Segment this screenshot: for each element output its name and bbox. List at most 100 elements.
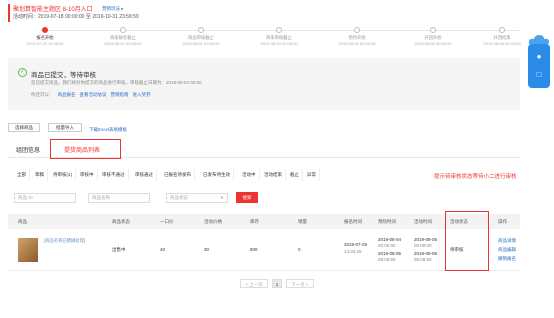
th-operations: 操作	[498, 219, 507, 224]
filter-active[interactable]: 活动中	[239, 169, 260, 181]
timeline-dot	[198, 27, 204, 33]
activity-time-label: 活动时间：	[13, 14, 39, 20]
goods-status-select[interactable]: 商品状态 ▼	[166, 193, 228, 203]
activity-time-value: 2019-07-18 00:00:00 至 2019-10-31 23:59:5…	[38, 14, 139, 20]
timeline-step-6: 开团结束 2019-08-08 00:00:00	[467, 26, 537, 46]
cell-warmup-end-time: 08:09:59	[378, 257, 396, 262]
th-activity-time: 活动时间	[414, 219, 432, 224]
timeline-dot	[120, 27, 126, 33]
goods-name-link[interactable]: [商品名称已模糊处理]	[44, 238, 94, 244]
bell-icon[interactable]: ●	[534, 52, 544, 62]
filter-approved[interactable]: 审核通过	[132, 169, 157, 181]
cell-warmup-start: 2019-08-04	[378, 237, 402, 242]
progress-timeline: 报名开始 2019-07-29 14:35:20 商家报名截止 2019-08-01…	[10, 26, 530, 48]
highlight-box-tab	[50, 139, 121, 159]
th-activity-price: 活动价格	[204, 219, 222, 224]
timeline-dot	[430, 27, 436, 33]
cell-activity-end: 2019-08-06	[414, 251, 438, 256]
cell-activity-end-time: 08:09:59	[414, 257, 432, 262]
status-links: 你还可以： 商品报名 查看活动协议 营销指南 进入奖券	[31, 92, 151, 98]
timeline-dot	[276, 27, 282, 33]
timeline-step-date: 2019-08-08 00:00:00	[483, 41, 521, 46]
filter-abnormal[interactable]: 异常	[304, 169, 320, 181]
filter-rejected[interactable]: 审核不通过	[99, 169, 129, 181]
status-title: 商品已提交，等待审核	[31, 72, 96, 79]
timeline-step-date: 2019-08-05 00:00:00	[338, 41, 376, 46]
timeline-dot	[499, 27, 505, 33]
th-price: 一口价	[160, 219, 174, 224]
batch-import-button[interactable]: 批量导入	[48, 123, 82, 132]
status-link-3[interactable]: 进入奖券	[133, 92, 151, 97]
timeline-step-1: 商家报名截止 2019-08-01 00:00:00	[88, 26, 158, 46]
status-link-2[interactable]: 营销指南	[111, 92, 129, 97]
timeline-dot	[354, 27, 360, 33]
activity-time: 活动时间：2019-07-18 00:00:00 至 2019-10-31 23…	[13, 13, 139, 20]
timeline-step-0: 报名开始 2019-07-29 14:35:20	[10, 26, 80, 46]
filter-published[interactable]: 已发布待生效	[200, 169, 234, 181]
th-stock: 库存	[250, 219, 259, 224]
timeline-step-2: 商品审核截止 2019-08-01 00:00:00	[166, 26, 236, 46]
cell-activity-start: 2019-08-05	[414, 237, 438, 242]
status-link-0[interactable]: 商品报名	[58, 92, 76, 97]
th-signup-time: 报名时间	[344, 219, 362, 224]
timeline-step-date: 2019-08-06 00:00:00	[414, 41, 452, 46]
page-number[interactable]: 1	[272, 279, 282, 288]
prev-page-button[interactable]: < 上一页	[240, 279, 268, 288]
timeline-step-date: 2019-08-01 00:00:00	[104, 41, 142, 46]
header-tag-link[interactable]: 营销玩法 ▸	[102, 6, 124, 12]
goods-edit-link[interactable]: 商品编辑	[498, 247, 516, 253]
filter-hint: 提示待审核状态等待小二进行审核	[434, 174, 517, 180]
header-accent-bar	[8, 4, 10, 22]
filter-signed[interactable]: 已报名待发布	[161, 169, 195, 181]
th-warmup-time: 预热时间	[378, 219, 396, 224]
goods-thumbnail[interactable]	[18, 238, 38, 262]
goods-status-placeholder: 商品状态	[170, 195, 188, 200]
status-link-1[interactable]: 查看活动协议	[80, 92, 107, 97]
timeline-step-4: 预热开始 2019-08-05 00:00:00	[322, 26, 392, 46]
cell-activity-start-time: 00:00:00	[414, 243, 432, 248]
cancel-signup-link[interactable]: 撤销报名	[498, 256, 516, 262]
download-template-link[interactable]: 下载Excel表格模板	[89, 127, 127, 133]
floating-service-panel: ● □	[528, 44, 550, 88]
search-button[interactable]: 搜索	[236, 192, 258, 203]
next-page-button[interactable]: 下一页 >	[286, 279, 314, 288]
goods-name-input[interactable]: 商品名称	[88, 193, 150, 203]
check-circle-icon: ✓	[18, 68, 27, 77]
select-goods-button[interactable]: 选择商品	[8, 123, 40, 132]
timeline-step-date: 2019-07-29 14:35:20	[26, 41, 64, 46]
table-row: [商品名称已模糊处理] 出售中 40 30 800 0 2019-07-29 1…	[8, 229, 520, 271]
chevron-down-icon: ▼	[220, 195, 224, 200]
filter-all[interactable]: 全部	[14, 169, 30, 181]
filter-ended[interactable]: 活动结束	[261, 169, 286, 181]
tab-group-info[interactable]: 组团信息	[16, 145, 40, 154]
status-links-prefix: 你还可以：	[31, 92, 54, 97]
cell-stock: 800	[250, 247, 258, 252]
message-icon[interactable]: □	[534, 70, 544, 80]
filter-reviewing[interactable]: 审核中	[77, 169, 98, 181]
cell-warmup-end: 2019-08-05	[378, 251, 402, 256]
th-status: 商品状态	[112, 219, 130, 224]
cell-signup-date: 2019-07-29	[344, 242, 368, 247]
cell-price: 40	[160, 247, 166, 252]
page-title: 聚划算智能主题区 8-10月入口	[13, 7, 93, 13]
timeline-step-date: 2019-08-01 00:00:00	[182, 41, 220, 46]
goods-id-input[interactable]: 商品 ID	[14, 193, 76, 203]
table-header: 商品 商品状态 一口价 活动价格 库存 销量 报名时间 预热时间 活动时间 活动…	[8, 214, 520, 229]
filter-closed[interactable]: 截止	[287, 169, 303, 181]
th-goods: 商品	[18, 219, 27, 224]
cell-status: 出售中	[112, 247, 126, 252]
cell-activity-price: 30	[204, 247, 210, 252]
cell-signup-time: 14:34:25	[344, 249, 362, 254]
highlight-box-status	[445, 211, 489, 271]
goods-detail-link[interactable]: 商品详情	[498, 238, 516, 244]
filter-draft[interactable]: 草稿	[32, 169, 48, 181]
timeline-step-3: 商家审核截止 2019-08-04 00:00:00	[244, 26, 314, 46]
cell-sales: 0	[298, 247, 301, 252]
filter-pending[interactable]: 待审核(1)	[50, 169, 76, 181]
submission-status-box: ✓ 商品已提交，等待审核 您已提交商品，我们将对你提交的商品进行审核，审核截止日…	[8, 58, 520, 110]
cell-warmup-start-time: 00:00:00	[378, 243, 396, 248]
status-description: 您已提交商品，我们将对你提交的商品进行审核，审核截止日期为：2019-08-04…	[31, 80, 202, 85]
timeline-step-5: 开团开始 2019-08-06 00:00:00	[398, 26, 468, 46]
th-sales: 销量	[298, 219, 307, 224]
timeline-step-date: 2019-08-04 00:00:00	[260, 41, 298, 46]
